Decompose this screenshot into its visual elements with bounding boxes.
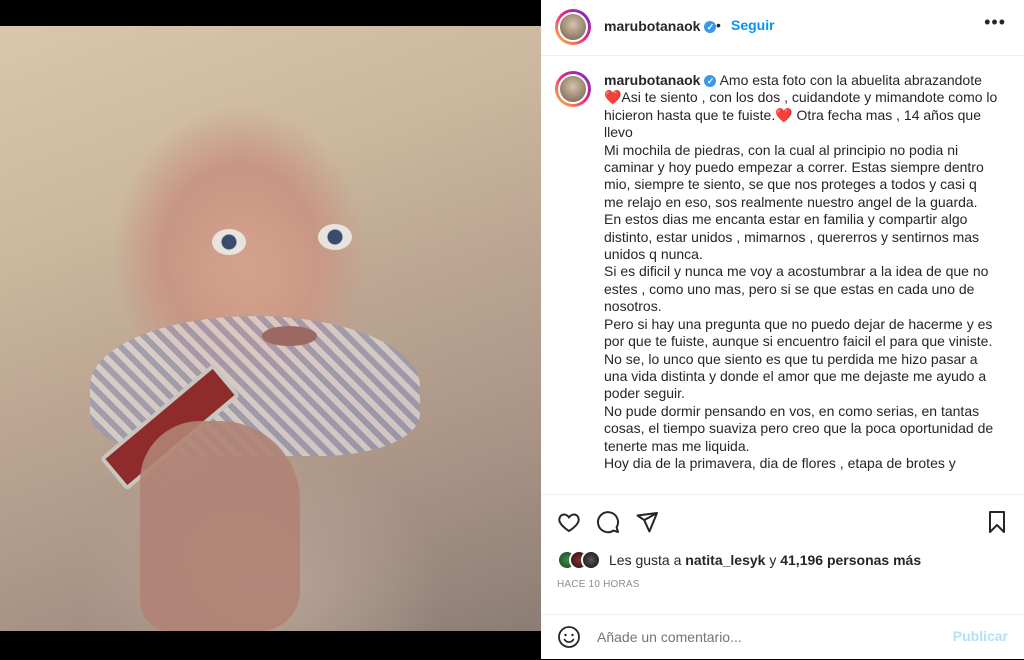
- avatar-image: [558, 12, 588, 42]
- caption: marubotanaok ✓ Amo esta foto con la abuel…: [604, 72, 999, 472]
- verified-badge-icon: ✓: [704, 21, 717, 33]
- photo-mouth: [262, 326, 317, 346]
- username-link[interactable]: marubotanaok ✓: [604, 18, 717, 34]
- post-timestamp[interactable]: HACE 10 HORAS: [557, 579, 640, 590]
- caption-text: Amo esta foto con la abuelita abrazandot…: [604, 72, 998, 471]
- more-options-icon[interactable]: •••: [984, 12, 1006, 33]
- comment-bubble-icon[interactable]: [596, 510, 620, 539]
- avatar[interactable]: [555, 9, 591, 45]
- publish-button[interactable]: Publicar: [953, 628, 1008, 644]
- bookmark-icon[interactable]: [986, 510, 1008, 539]
- liker-link[interactable]: natita_lesyk: [685, 552, 765, 568]
- photo-area: [0, 0, 541, 659]
- photo-eye-right: [318, 224, 352, 250]
- post-header: marubotanaok ✓ • Seguir •••: [541, 0, 1024, 56]
- post-photo[interactable]: [0, 26, 541, 631]
- photo-hand: [140, 421, 300, 631]
- follow-button[interactable]: Seguir: [731, 17, 775, 33]
- post-actions: Les gusta a natita_lesyk y 41,196 person…: [541, 494, 1024, 655]
- likes-text: Les gusta a natita_lesyk y 41,196 person…: [609, 552, 922, 568]
- smiley-icon[interactable]: [557, 625, 581, 654]
- comment-input[interactable]: [595, 628, 929, 646]
- caption-verified-badge-icon: ✓: [704, 75, 717, 87]
- likes-row: Les gusta a natita_lesyk y 41,196 person…: [557, 549, 921, 571]
- separator-dot: •: [716, 17, 721, 33]
- comments-section[interactable]: marubotanaok ✓ Amo esta foto con la abuel…: [541, 56, 1024, 494]
- post-side-panel: marubotanaok ✓ • Seguir ••• marubotanaok ✓…: [541, 0, 1024, 659]
- caption-avatar-image: [558, 74, 588, 104]
- paper-plane-icon[interactable]: [635, 510, 659, 539]
- instagram-post-view: marubotanaok ✓ • Seguir ••• marubotanaok ✓…: [0, 0, 1024, 659]
- username-text: marubotanaok: [604, 18, 701, 34]
- photo-eye-left: [212, 229, 246, 255]
- caption-avatar[interactable]: [555, 71, 591, 107]
- heart-icon[interactable]: [557, 510, 581, 539]
- add-comment-bar: Publicar: [541, 614, 1024, 660]
- likes-count-link[interactable]: 41,196 personas más: [780, 552, 921, 568]
- caption-username[interactable]: marubotanaok ✓: [604, 72, 717, 88]
- liker-avatar[interactable]: [581, 550, 601, 570]
